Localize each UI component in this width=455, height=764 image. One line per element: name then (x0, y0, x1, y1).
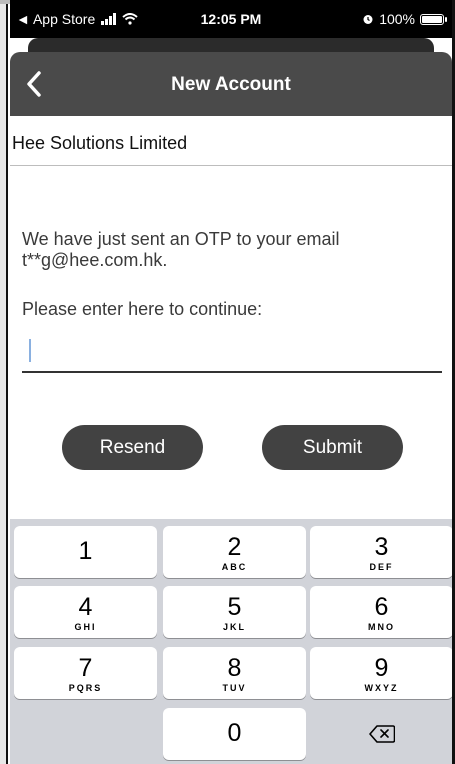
navigation-bar: New Account (10, 52, 452, 116)
company-name: Hee Solutions Limited (12, 133, 188, 153)
key-4[interactable]: 4 GHI (14, 586, 157, 638)
key-letters: DEF (369, 562, 394, 572)
key-number: 2 (227, 533, 242, 561)
key-letters: TUV (222, 683, 247, 693)
company-row: Hee Solutions Limited (10, 116, 452, 166)
key-number: 6 (374, 593, 389, 621)
numeric-keypad: 1 2 ABC 3 DEF 4 GHI 5 JKL 6 MNO 7 PQRS 8… (10, 519, 452, 764)
key-6[interactable]: 6 MNO (310, 586, 452, 638)
scan-edge-left (0, 0, 8, 764)
phone-screen: ◄ App Store 12:05 PM 100% New Account He… (10, 0, 452, 764)
key-9[interactable]: 9 WXYZ (310, 647, 452, 699)
page-title: New Account (171, 74, 291, 95)
key-blank (14, 708, 157, 760)
key-letters: PQRS (68, 683, 103, 693)
key-number: 4 (78, 593, 93, 621)
backspace-icon (368, 725, 395, 743)
key-letters: GHI (74, 622, 97, 632)
key-number: 0 (227, 719, 242, 747)
key-number: 9 (374, 654, 389, 682)
battery-fill (422, 15, 442, 23)
key-0[interactable]: 0 (163, 708, 306, 760)
key-letters: JKL (222, 622, 246, 632)
battery-percent: 100% (379, 11, 415, 27)
delete-key[interactable] (310, 708, 452, 760)
key-number: 5 (227, 593, 242, 621)
resend-button[interactable]: Resend (62, 425, 203, 470)
key-5[interactable]: 5 JKL (163, 586, 306, 638)
text-caret (29, 339, 31, 362)
key-letters: ABC (221, 562, 248, 572)
otp-prompt: Please enter here to continue: (22, 299, 263, 319)
battery-icon (420, 13, 447, 25)
status-right: 100% (362, 11, 447, 27)
key-number: 1 (78, 537, 93, 565)
alarm-icon (363, 15, 373, 24)
otp-message-email: t**g@hee.com.hk. (22, 250, 168, 270)
otp-message-line-1: We have just sent an OTP to your email (22, 229, 340, 249)
key-number: 3 (374, 533, 389, 561)
submit-button[interactable]: Submit (262, 425, 403, 470)
key-letters: MNO (368, 622, 395, 632)
key-number: 8 (227, 654, 242, 682)
key-1[interactable]: 1 (14, 526, 157, 578)
otp-message: We have just sent an OTP to your email t… (22, 229, 440, 271)
key-letters: WXYZ (364, 683, 399, 693)
key-2[interactable]: 2 ABC (163, 526, 306, 578)
otp-input[interactable] (22, 333, 442, 373)
key-3[interactable]: 3 DEF (310, 526, 452, 578)
key-7[interactable]: 7 PQRS (14, 647, 157, 699)
key-8[interactable]: 8 TUV (163, 647, 306, 699)
key-number: 7 (78, 654, 93, 682)
status-bar: ◄ App Store 12:05 PM 100% (10, 0, 452, 38)
